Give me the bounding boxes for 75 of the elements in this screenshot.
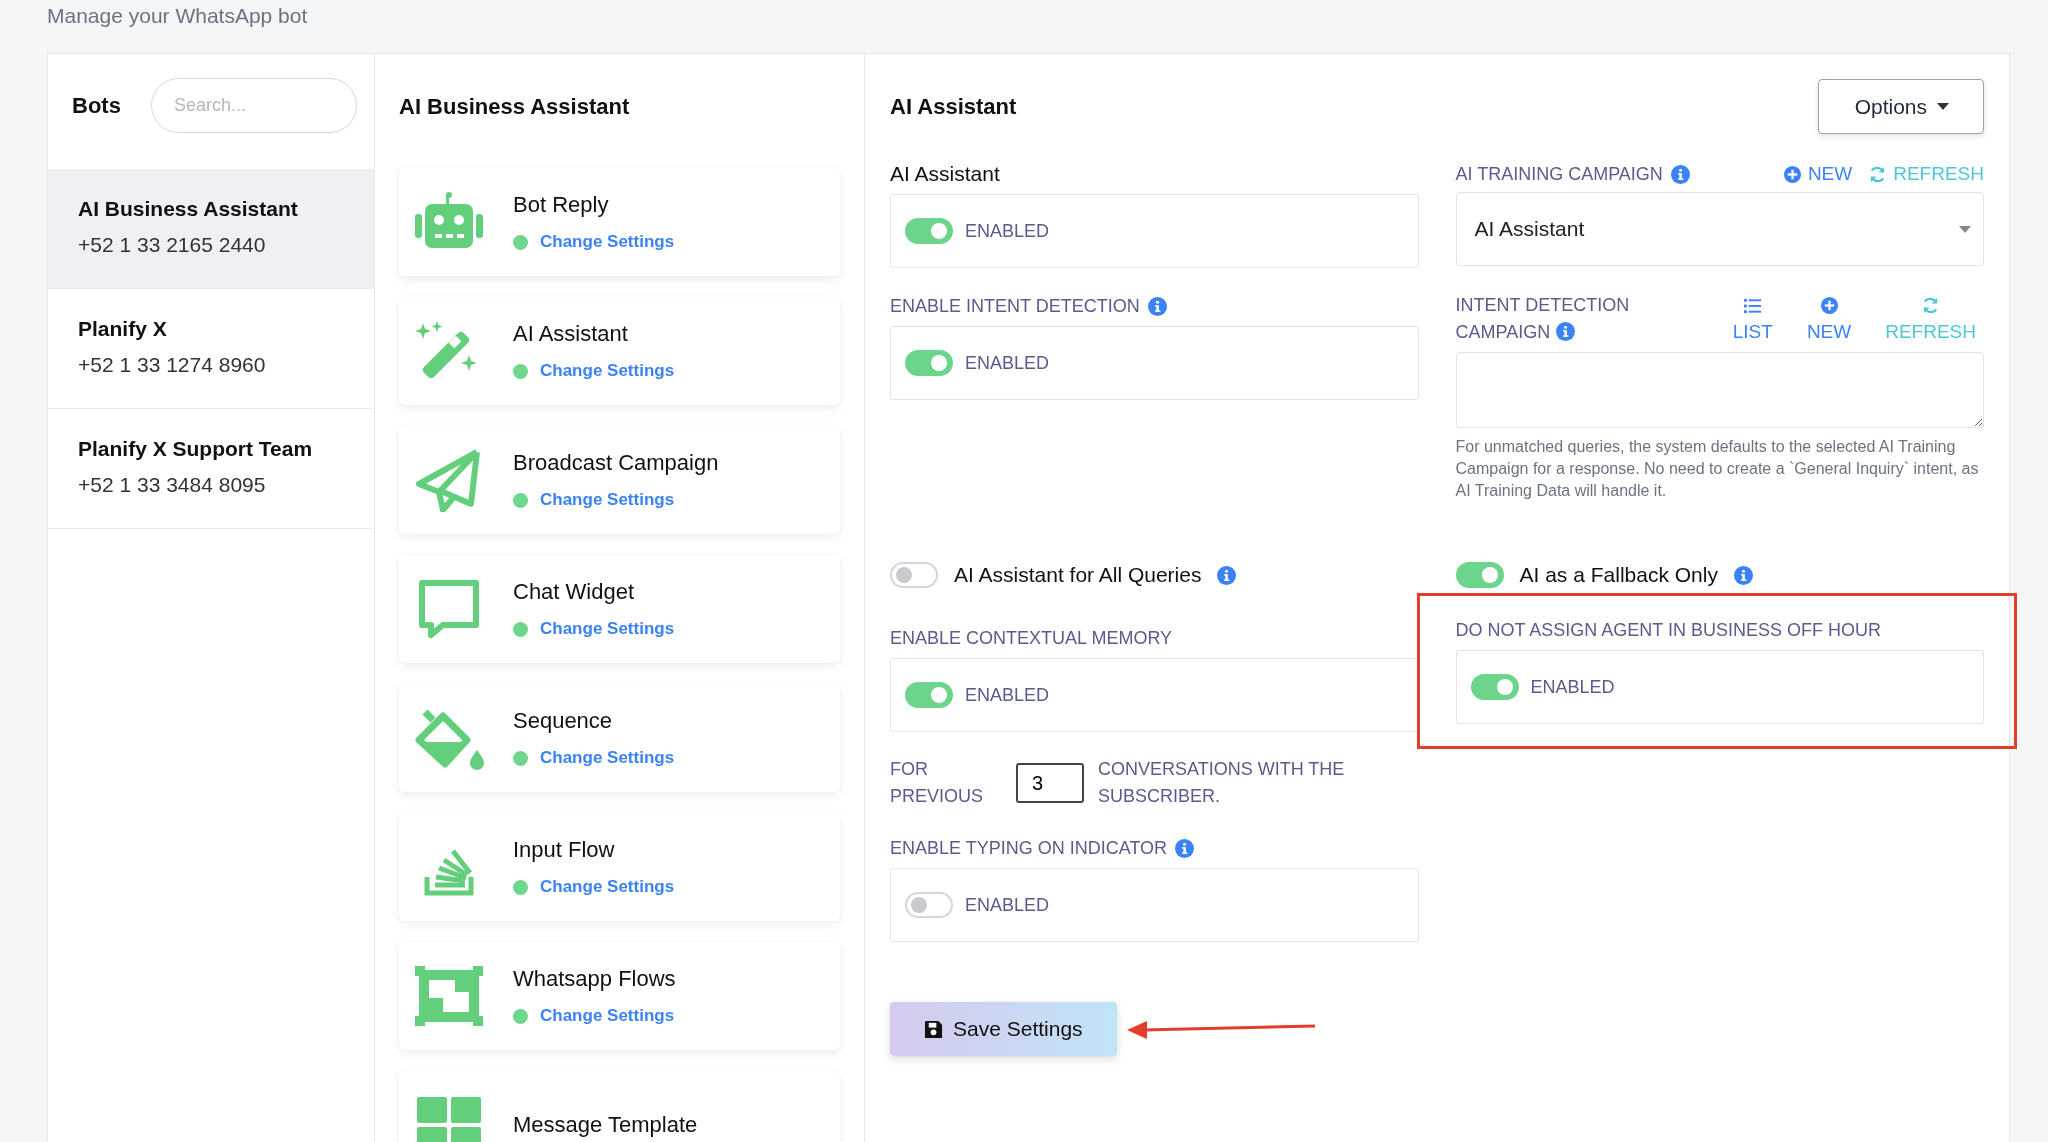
page-subtitle: Manage your WhatsApp bot xyxy=(47,4,309,28)
field-label: AI TRAINING CAMPAIGN xyxy=(1455,163,1663,185)
field-label: ENABLE CONTEXTUAL MEMORY xyxy=(890,627,1173,649)
campaign-input-field[interactable] xyxy=(1455,352,1984,428)
field-label: AI Assistant xyxy=(890,162,1000,186)
change-settings-link[interactable]: Change Settings xyxy=(540,361,675,381)
feature-title: AI Assistant xyxy=(513,321,629,347)
status-dot xyxy=(513,1008,528,1024)
switch-state-label: ENABLED xyxy=(965,684,1050,706)
bot-list-item[interactable]: Planify X Support Team +52 1 33 3484 8095 xyxy=(48,409,374,529)
feature-card[interactable]: Chat Widget Change Settings xyxy=(399,555,840,663)
switch-state-label: ENABLED xyxy=(965,352,1050,374)
field-label: ENABLE TYPING ON INDICATOR xyxy=(890,837,1168,859)
search-field[interactable]: Search... xyxy=(150,78,357,133)
feature-card[interactable]: Broadcast Campaign Change Settings xyxy=(399,426,840,534)
toggle-switch[interactable] xyxy=(1470,674,1519,700)
change-settings-link[interactable]: Change Settings xyxy=(540,490,675,510)
status-dot xyxy=(513,492,528,508)
flow-frame-icon xyxy=(413,964,485,1028)
action-link[interactable]: NEW xyxy=(1782,163,1853,185)
change-settings-link[interactable]: Change Settings xyxy=(540,232,675,252)
switch-state-label: ENABLED xyxy=(1530,676,1615,698)
switch-label: AI Assistant for All Queries xyxy=(954,563,1202,587)
feature-card[interactable]: Input Flow Change Settings xyxy=(399,813,840,921)
panel-title: AI Assistant xyxy=(890,93,1017,120)
field-label: INTENT DETECTION CAMPAIGN xyxy=(1455,295,1630,342)
field-label: FOR PREVIOUS xyxy=(890,758,985,808)
toggle-switch[interactable] xyxy=(905,218,953,244)
bot-list-item[interactable]: Planify X +52 1 33 1274 8960 xyxy=(48,289,374,409)
feature-title: Bot Reply xyxy=(513,192,610,218)
feature-card[interactable]: Sequence Change Settings xyxy=(399,684,840,792)
options-dropdown-button[interactable]: Options xyxy=(1817,79,1984,134)
field-label: CONVERSATIONS WITH THE SUBSCRIBER. xyxy=(1098,758,1346,808)
count-input-field[interactable]: 3 xyxy=(1016,763,1084,803)
switch-state-label: ENABLED xyxy=(965,220,1050,242)
feature-title: Chat Widget xyxy=(513,579,636,605)
dropdown-caret-icon xyxy=(1959,225,1971,233)
action-link[interactable]: LIST xyxy=(1732,295,1773,343)
status-dot xyxy=(513,879,528,895)
toggle-switch[interactable] xyxy=(1455,562,1504,588)
save-settings-button[interactable]: Save Settings xyxy=(890,1002,1117,1056)
campaign-select[interactable]: AI Assistant xyxy=(1455,192,1984,266)
feature-title: Sequence xyxy=(513,708,614,734)
plus-circle-icon xyxy=(1782,164,1802,184)
feature-card[interactable]: Message Template xyxy=(399,1071,840,1142)
switch-label: AI as a Fallback Only xyxy=(1519,563,1718,587)
toggle-switch[interactable] xyxy=(890,562,938,588)
change-settings-link[interactable]: Change Settings xyxy=(540,877,675,897)
feature-card[interactable]: Whatsapp Flows Change Settings xyxy=(399,942,840,1050)
plus-circle-icon xyxy=(1819,295,1839,315)
feature-title: Whatsapp Flows xyxy=(513,966,676,992)
field-label: ENABLE INTENT DETECTION xyxy=(890,295,1140,317)
feature-card[interactable]: Bot Reply Change Settings xyxy=(399,168,840,276)
change-settings-link[interactable]: Change Settings xyxy=(540,619,675,639)
bot-list-item[interactable]: AI Business Assistant +52 1 33 2165 2440 xyxy=(48,169,374,289)
status-dot xyxy=(513,363,528,379)
help-text: For unmatched queries, the system defaults to the selected AI Training Campaign for a response. No need to create a `General Inquiry` intent, as AI Training Data will handle it. xyxy=(1455,437,1980,501)
change-settings-link[interactable]: Change Settings xyxy=(540,1006,675,1026)
status-dot xyxy=(513,750,528,766)
panel-title: AI Business Assistant xyxy=(398,93,631,121)
feature-card[interactable]: AI Assistant Change Settings xyxy=(399,297,840,405)
feature-title: Broadcast Campaign xyxy=(513,450,719,476)
panel-title: Bots xyxy=(72,92,121,119)
status-dot xyxy=(513,621,528,637)
field-label: DO NOT ASSIGN AGENT IN BUSINESS OFF HOUR xyxy=(1455,619,1881,641)
action-link[interactable]: NEW xyxy=(1806,295,1852,343)
toggle-switch[interactable] xyxy=(905,892,953,918)
feature-title: Input Flow xyxy=(513,837,616,863)
feature-title: Message Template xyxy=(513,1112,698,1138)
toggle-switch[interactable] xyxy=(905,350,953,376)
change-settings-link[interactable]: Change Settings xyxy=(540,748,675,768)
caret-icon xyxy=(1937,103,1949,110)
switch-state-label: ENABLED xyxy=(965,894,1050,916)
toggle-switch[interactable] xyxy=(905,682,953,708)
status-dot xyxy=(513,234,528,250)
